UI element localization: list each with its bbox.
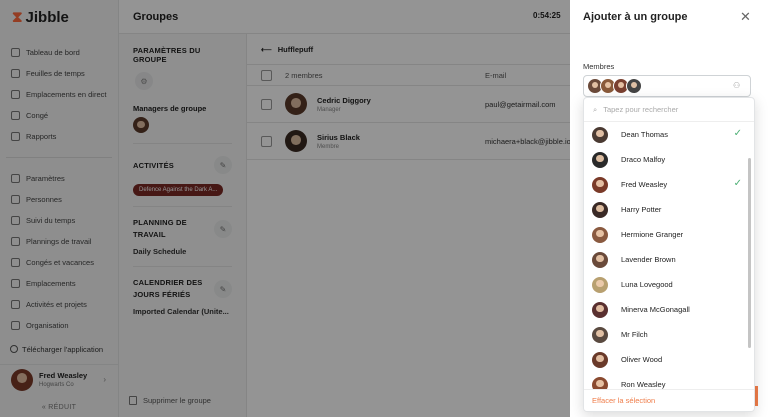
option-minerva-mcgonagall[interactable]: Minerva McGonagall: [584, 297, 754, 322]
option-avatar: [592, 126, 608, 143]
checkmark-icon: ✓: [733, 128, 742, 139]
option-name: Mr Filch: [621, 330, 648, 339]
option-harry-potter[interactable]: Harry Potter: [584, 197, 754, 222]
option-avatar: [592, 226, 608, 243]
clear-selection-button[interactable]: Effacer la sélection: [584, 389, 754, 411]
search-input[interactable]: [603, 105, 744, 114]
option-avatar: [592, 326, 608, 343]
option-lavender-brown[interactable]: Lavender Brown: [584, 247, 754, 272]
dropdown-search: ⌕: [584, 98, 754, 122]
option-name: Draco Malfoy: [621, 155, 666, 164]
option-mr-filch[interactable]: Mr Filch: [584, 322, 754, 347]
selected-member-avatar: [626, 78, 642, 94]
selected-members: [587, 78, 642, 94]
option-luna-lovegood[interactable]: Luna Lovegood: [584, 272, 754, 297]
modal-backdrop[interactable]: [0, 0, 570, 417]
option-name: Lavender Brown: [621, 255, 676, 264]
option-avatar: [592, 251, 608, 268]
close-icon[interactable]: ✕: [740, 10, 751, 23]
option-name: Ron Weasley: [621, 380, 666, 389]
option-avatar: [592, 201, 608, 218]
option-name: Luna Lovegood: [621, 280, 673, 289]
search-icon: ⌕: [593, 104, 598, 114]
option-name: Minerva McGonagall: [621, 305, 690, 314]
option-name: Hermione Granger: [621, 230, 684, 239]
add-user-icon: ⚇: [733, 81, 741, 90]
members-dropdown: ⌕ Dean Thomas ✓ Draco Malfoy Fred Weasley ✓ H…: [583, 97, 755, 412]
option-name: Harry Potter: [621, 205, 662, 214]
members-multiselect[interactable]: ⚇: [583, 75, 751, 97]
option-fred-weasley[interactable]: Fred Weasley ✓: [584, 172, 754, 197]
option-avatar: [592, 276, 608, 293]
option-name: Dean Thomas: [621, 130, 668, 139]
option-oliver-wood[interactable]: Oliver Wood: [584, 347, 754, 372]
members-label: Membres: [583, 62, 615, 71]
checkmark-icon: ✓: [733, 178, 742, 189]
option-hermione-granger[interactable]: Hermione Granger: [584, 222, 754, 247]
options-list: Dean Thomas ✓ Draco Malfoy Fred Weasley ✓ Har…: [584, 122, 754, 397]
option-dean-thomas[interactable]: Dean Thomas ✓: [584, 122, 754, 147]
option-avatar: [592, 151, 608, 168]
option-avatar: [592, 351, 608, 368]
panel-title: Ajouter à un groupe: [583, 11, 688, 23]
option-avatar: [592, 301, 608, 318]
option-draco-malfoy[interactable]: Draco Malfoy: [584, 147, 754, 172]
option-name: Oliver Wood: [621, 355, 663, 364]
scrollbar[interactable]: [748, 158, 751, 348]
option-avatar: [592, 176, 608, 193]
option-name: Fred Weasley: [621, 180, 668, 189]
